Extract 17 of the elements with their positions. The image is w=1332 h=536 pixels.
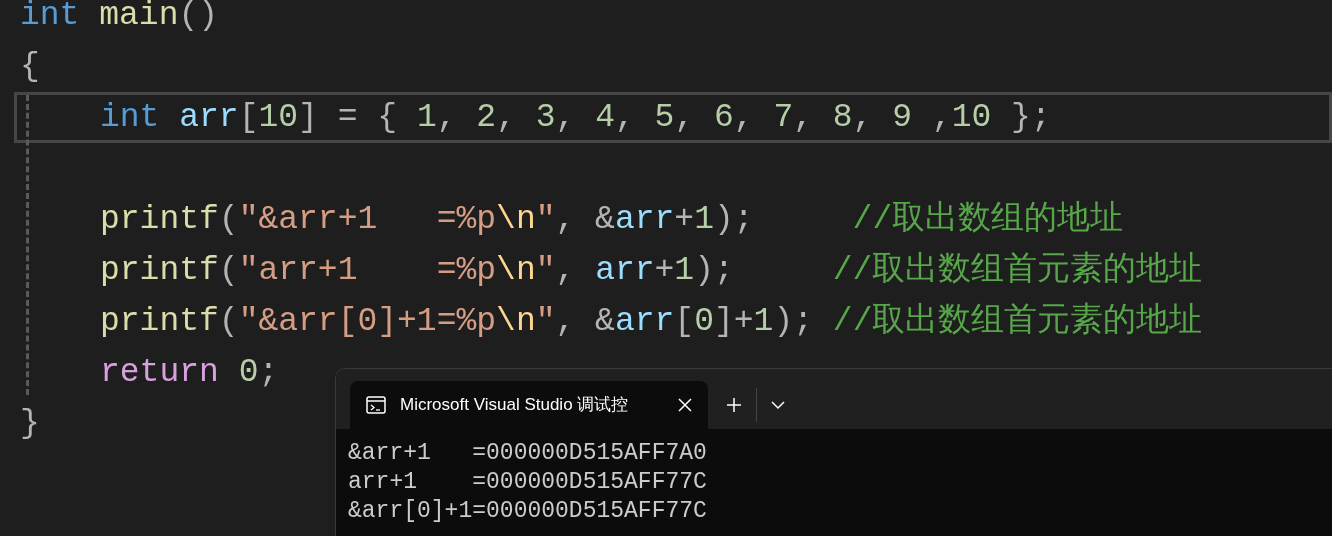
code-line: printf("arr+1 =%p\n", arr+1); //取出数组首元素的地址 xyxy=(100,250,1203,291)
code-line: printf("&arr[0]+1=%p\n", &arr[0]+1); //取出数组首元素的地址 xyxy=(100,301,1203,342)
console-output-line: arr+1 =000000D515AFF77C xyxy=(348,468,708,497)
console-icon xyxy=(366,396,386,414)
code-line: { xyxy=(20,46,40,87)
add-icon[interactable] xyxy=(726,397,742,413)
code-line: } xyxy=(20,403,40,444)
chevron-down-icon[interactable] xyxy=(771,400,785,410)
tab-title: Microsoft Visual Studio 调试控 xyxy=(400,394,630,417)
code-line: return 0; xyxy=(100,352,279,393)
close-icon[interactable] xyxy=(678,398,692,412)
console-tab[interactable]: Microsoft Visual Studio 调试控 xyxy=(350,381,708,429)
code-line: printf("&arr+1 =%p\n", &arr+1); //取出数组的地址 xyxy=(100,199,1124,240)
code-line: int main() xyxy=(20,0,219,36)
console-output-line: &arr[0]+1=000000D515AFF77C xyxy=(348,497,708,526)
console-output-line: &arr+1 =000000D515AFF7A0 xyxy=(348,439,708,468)
code-line: int arr[10] = { 1, 2, 3, 4, 5, 6, 7, 8, 9 ,10 }; xyxy=(100,97,1051,138)
